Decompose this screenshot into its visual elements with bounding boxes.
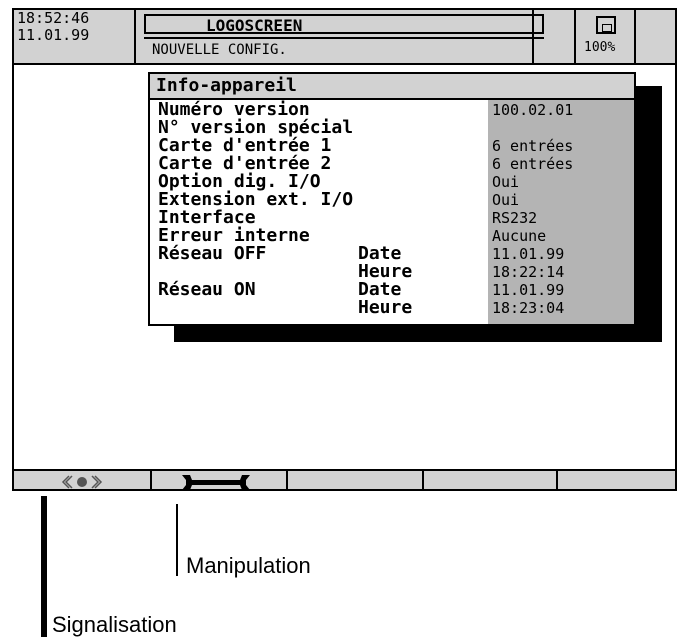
wrench-icon [182, 475, 250, 489]
info-label: Carte d'entrée 2 [158, 153, 332, 174]
info-sublabel: Date [358, 279, 402, 300]
info-value: 18:23:04 [492, 299, 565, 317]
manipulation-caption: Manipulation [186, 553, 311, 578]
dialog-body: Numéro version 100.02.01 N° version spécia… [150, 100, 634, 324]
info-label: Interface [158, 207, 256, 228]
softkey-signalisation[interactable] [14, 471, 152, 489]
dialog-title: Info-appareil [150, 74, 634, 100]
info-row: Carte d'entrée 1 6 entrées [150, 135, 634, 156]
info-value: 6 entrées [492, 155, 574, 173]
info-row: Option dig. I/O Oui [150, 171, 634, 192]
info-label: Carte d'entrée 1 [158, 135, 332, 156]
info-row: Interface RS232 [150, 207, 634, 228]
info-row: Réseau ON Date 11.01.99 [150, 279, 634, 300]
device-screen: 18:52:46 11.01.99 LOGOSCREEN NOUVELLE CO… [12, 8, 677, 491]
info-row: Heure 18:23:04 [150, 297, 634, 318]
info-value: 18:22:14 [492, 263, 565, 281]
info-label: Réseau OFF [158, 243, 267, 264]
info-value: 6 entrées [492, 137, 574, 155]
info-value: Oui [492, 191, 520, 209]
info-sublabel: Heure [358, 297, 413, 318]
clock-panel: 18:52:46 11.01.99 [14, 10, 136, 63]
info-label: N° version spécial [158, 117, 354, 138]
info-value: RS232 [492, 209, 538, 227]
softkey-bar [14, 469, 675, 489]
info-row: Extension ext. I/O Oui [150, 189, 634, 210]
header-bar: 18:52:46 11.01.99 LOGOSCREEN NOUVELLE CO… [14, 10, 675, 65]
app-title: LOGOSCREEN [144, 14, 544, 35]
info-value: 11.01.99 [492, 245, 565, 263]
info-row: Numéro version 100.02.01 [150, 99, 634, 120]
info-sublabel: Heure [358, 261, 413, 282]
signal-lamp-icon [61, 475, 103, 489]
info-value: Aucune [492, 227, 547, 245]
info-label: Erreur interne [158, 225, 310, 246]
info-row: N° version spécial [150, 117, 634, 138]
info-label: Numéro version [158, 99, 310, 120]
softkey-3[interactable] [288, 471, 424, 489]
zoom-level: 100% [584, 40, 616, 55]
info-label: Option dig. I/O [158, 171, 321, 192]
config-title: NOUVELLE CONFIG. [144, 37, 544, 59]
info-label: Extension ext. I/O [158, 189, 354, 210]
softkey-manipulation[interactable] [152, 471, 288, 489]
signalisation-leader [41, 496, 47, 637]
signalisation-caption: Signalisation [52, 612, 177, 637]
info-row: Réseau OFF Date 11.01.99 [150, 243, 634, 264]
floppy-disk-icon [596, 16, 616, 34]
info-row: Heure 18:22:14 [150, 261, 634, 282]
date-label: 11.01.99 [17, 26, 90, 44]
softkey-5[interactable] [558, 471, 675, 489]
save-button[interactable]: 100% [574, 10, 636, 63]
info-row: Erreur interne Aucune [150, 225, 634, 246]
header-divider [532, 10, 534, 63]
manipulation-leader [176, 504, 178, 576]
info-value: 11.01.99 [492, 281, 565, 299]
info-sublabel: Date [358, 243, 402, 264]
softkey-4[interactable] [424, 471, 558, 489]
info-value: 100.02.01 [492, 101, 574, 119]
info-row: Carte d'entrée 2 6 entrées [150, 153, 634, 174]
info-label: Réseau ON [158, 279, 256, 300]
info-dialog: Info-appareil Numéro version 100.02.01 N° … [148, 72, 636, 326]
info-value: Oui [492, 173, 520, 191]
time-label: 18:52:46 [17, 9, 90, 27]
